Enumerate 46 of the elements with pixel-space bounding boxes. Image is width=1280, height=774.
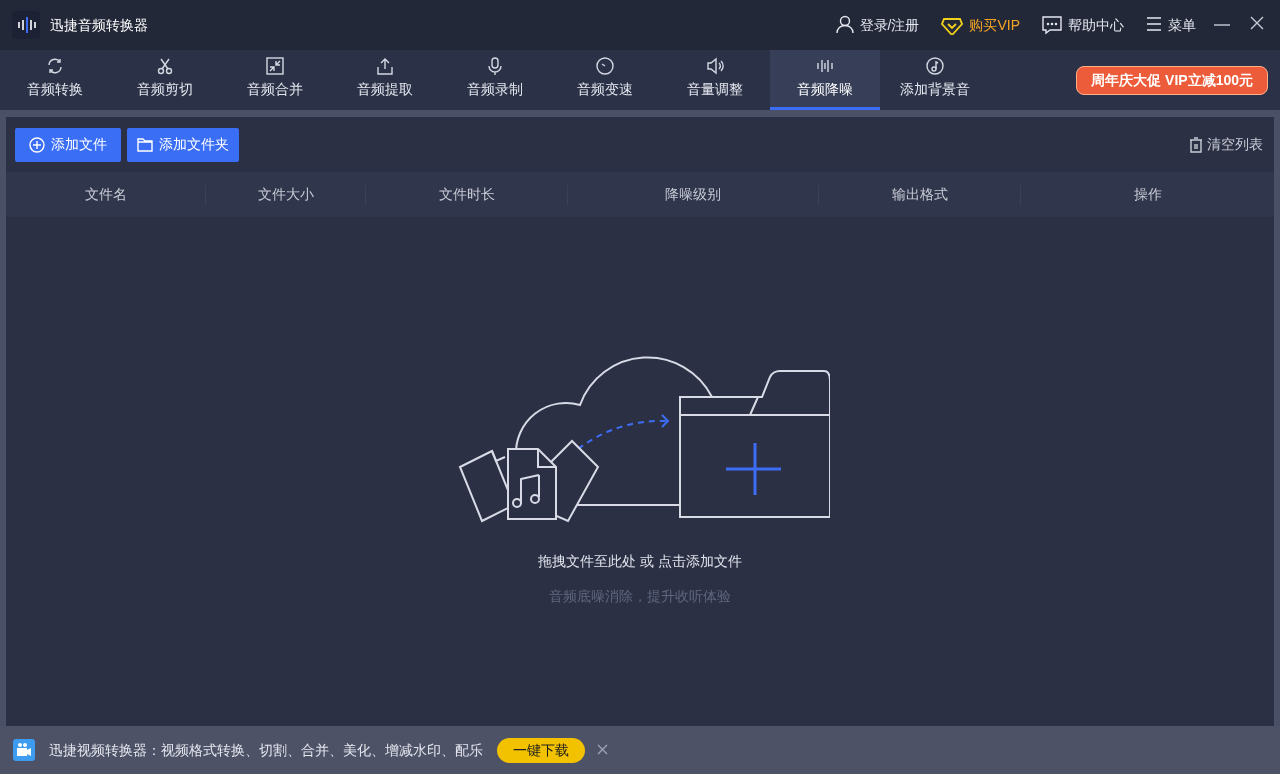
column-header: 降噪级别 [665, 185, 721, 204]
tab[interactable]: 音频变速 [550, 50, 660, 110]
minimize-icon [1214, 24, 1230, 26]
user-icon [835, 15, 854, 35]
plus-circle-icon [29, 136, 45, 153]
download-button[interactable]: 一键下载 [497, 737, 585, 763]
microphone-icon [486, 57, 504, 75]
app-title: 迅捷音频转换器 [50, 15, 148, 35]
tab[interactable]: 音频合并 [220, 50, 330, 110]
video-camera-icon [13, 739, 35, 761]
drop-hint: 拖拽文件至此处 或 点击添加文件 [538, 552, 742, 571]
chat-icon [1042, 15, 1062, 35]
top-link[interactable]: 菜单 [1146, 14, 1196, 36]
scissors-icon [156, 57, 174, 75]
tab[interactable]: 音频录制 [440, 50, 550, 110]
trash-icon [1189, 136, 1203, 153]
column-header: 文件名 [84, 185, 127, 204]
top-link[interactable]: 登录/注册 [835, 14, 920, 36]
vip-button[interactable]: 购买VIP [941, 14, 1020, 36]
add-file-button[interactable]: 添加文件 [15, 127, 121, 162]
tab[interactable]: 音频降噪 [770, 50, 880, 110]
gauge-icon [596, 57, 614, 75]
close-icon [1250, 16, 1264, 30]
speaker-icon [706, 57, 724, 75]
column-header: 输出格式 [891, 185, 948, 204]
column-header: 文件大小 [257, 185, 314, 204]
top-link[interactable]: 帮助中心 [1042, 14, 1124, 36]
tab[interactable]: 音量调整 [660, 50, 770, 110]
upload-icon [376, 57, 394, 75]
tab[interactable]: 音频提取 [330, 50, 440, 110]
tab[interactable]: 添加背景音 [880, 50, 990, 110]
folder-icon [137, 136, 153, 153]
app-logo-icon [12, 11, 40, 39]
column-header: 文件时长 [438, 185, 495, 204]
refresh-icon [46, 57, 64, 75]
diamond-icon [941, 15, 964, 35]
clear-list-button[interactable]: 清空列表 [1189, 134, 1263, 155]
promo-text: 迅捷视频转换器：视频格式转换、切割、合并、美化、增减水印、配乐 [49, 740, 483, 760]
compress-icon [266, 57, 284, 75]
sound-wave-icon [816, 57, 834, 75]
music-note-icon [926, 57, 944, 75]
tab[interactable]: 音频转换 [0, 50, 110, 110]
add-folder-button[interactable]: 添加文件夹 [127, 127, 239, 162]
close-icon [597, 744, 608, 755]
tab[interactable]: 音频剪切 [110, 50, 220, 110]
column-header: 操作 [1133, 185, 1162, 204]
